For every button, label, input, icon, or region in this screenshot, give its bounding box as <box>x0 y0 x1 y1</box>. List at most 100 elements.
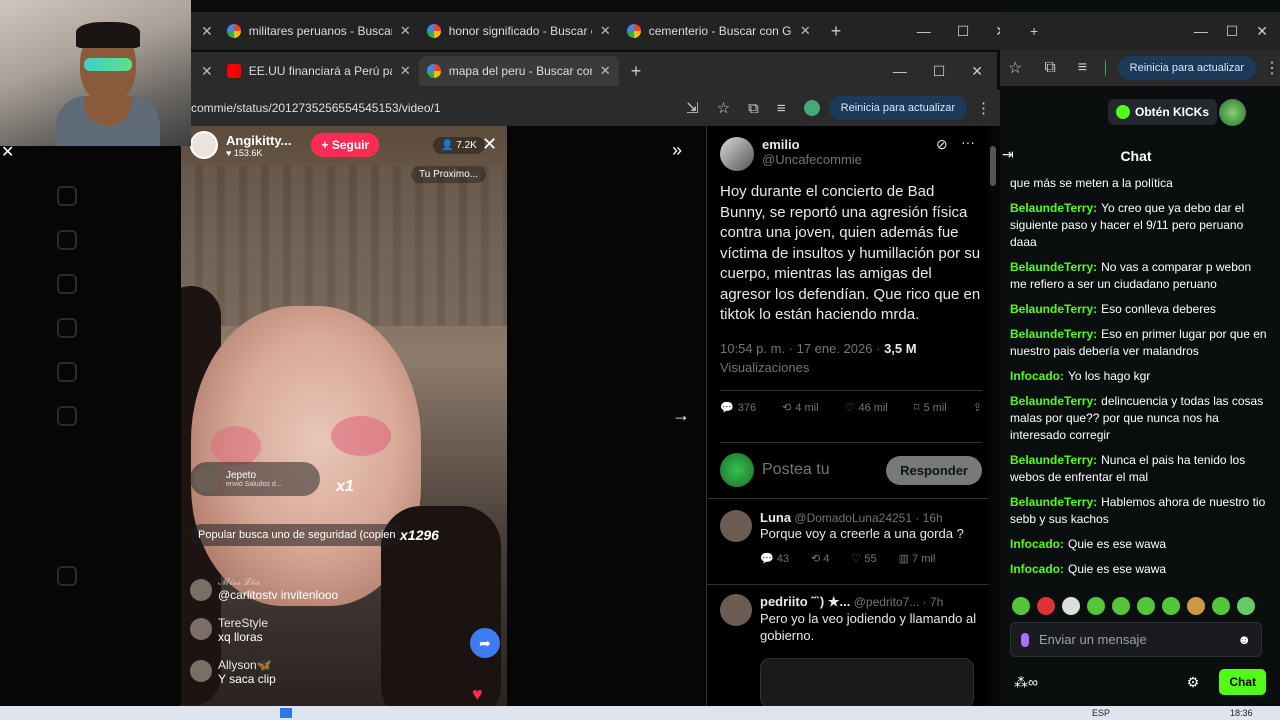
chat-username[interactable]: Infocado: <box>1010 562 1064 576</box>
update-button[interactable]: Reinicia para actualizar <box>828 96 967 120</box>
clock[interactable]: 18:36 <box>1230 708 1253 718</box>
search-icon[interactable] <box>57 230 77 250</box>
menu-icon[interactable]: ⋮ <box>976 99 991 117</box>
reply-action[interactable]: 💬 376 <box>720 401 756 415</box>
share-icon[interactable]: ⇪ <box>973 401 982 414</box>
extensions-icon[interactable]: ⧉ <box>748 100 759 117</box>
close-icon[interactable]: ✕ <box>600 23 611 39</box>
install-icon[interactable]: ⇲ <box>686 99 699 117</box>
microphone-icon[interactable] <box>1021 632 1029 647</box>
reply-count[interactable]: 💬 43 <box>760 552 789 565</box>
tab-cementerio[interactable]: cementerio - Buscar con Google ✕ <box>619 16 819 46</box>
emote-icon[interactable] <box>1112 597 1130 615</box>
close-icon[interactable]: ✕ <box>600 63 611 79</box>
author-name[interactable]: emilio <box>762 137 862 152</box>
like-heart-icon[interactable]: ♥ <box>472 684 483 705</box>
emote-icon[interactable] <box>1187 597 1205 615</box>
expand-chevron-icon[interactable]: » <box>672 140 682 161</box>
address-bar[interactable]: commie/status/2012735256554545153/video/… <box>191 90 1000 126</box>
minimize-icon[interactable]: — <box>893 63 907 80</box>
tab-eeuu[interactable]: EE.UU financiará a Perú para equipos ✕ <box>219 56 419 86</box>
chat-username[interactable]: BelaundeTerry: <box>1010 394 1097 408</box>
author-handle[interactable]: @Uncafecommie <box>762 152 862 167</box>
profile-avatar[interactable] <box>803 100 820 116</box>
tab-militares[interactable]: militares peruanos - Buscar con Google ✕ <box>219 16 419 46</box>
star-icon[interactable]: ☆ <box>1008 58 1022 78</box>
emote-icon[interactable] <box>1037 597 1055 615</box>
close-icon[interactable]: ✕ <box>800 23 811 39</box>
menu-icon[interactable]: ⋮ <box>1264 58 1280 78</box>
emote-icon[interactable] <box>1162 597 1180 615</box>
profile-icon[interactable] <box>57 566 77 586</box>
chat-username[interactable]: BelaundeTerry: <box>1010 260 1097 274</box>
emote-icon[interactable] <box>1212 597 1230 615</box>
chat-username[interactable]: BelaundeTerry: <box>1010 201 1097 215</box>
url-text[interactable]: commie/status/2012735256554545153/video/… <box>191 101 677 115</box>
next-arrow-icon[interactable]: → <box>672 405 690 426</box>
chat-username[interactable]: BelaundeTerry: <box>1010 327 1097 341</box>
more-icon[interactable]: ··· <box>961 134 975 150</box>
close-live-icon[interactable]: ✕ <box>482 134 497 155</box>
avatar[interactable] <box>720 594 752 626</box>
get-kicks-button[interactable]: Obtén KICKs <box>1108 99 1218 125</box>
kicks-infinity-icon[interactable]: ⁂∞ <box>1014 674 1038 691</box>
retweet-count[interactable]: ⟲ 4 <box>811 552 829 565</box>
media-icon[interactable]: ≡ <box>777 100 786 117</box>
reply-item[interactable]: pedriito ˜`) ★... @pedrito7... · 7h Pero… <box>720 594 982 644</box>
bookmark-action[interactable]: ⌑ 5 mil <box>914 401 947 415</box>
profile-avatar[interactable] <box>1105 60 1106 76</box>
send-chat-button[interactable]: Chat <box>1219 669 1266 695</box>
language-indicator[interactable]: ESP <box>1092 708 1110 718</box>
minimize-icon[interactable]: — <box>917 23 931 40</box>
share-icon[interactable]: ➦ <box>470 628 500 658</box>
avatar[interactable] <box>1219 99 1246 126</box>
tab-close-icon[interactable]: ✕ <box>195 23 219 40</box>
like-count[interactable]: ♡ 55 <box>851 552 876 565</box>
emote-icon[interactable] <box>1062 597 1080 615</box>
close-icon[interactable]: ✕ <box>400 63 411 79</box>
chat-username[interactable]: Infocado: <box>1010 369 1064 383</box>
update-button[interactable]: Reinicia para actualizar <box>1117 56 1256 80</box>
chat-username[interactable]: Infocado: <box>1010 537 1064 551</box>
bookmark-star-icon[interactable]: ☆ <box>717 99 730 117</box>
extensions-icon[interactable]: ⧉ <box>1044 59 1055 77</box>
emote-icon[interactable] <box>1137 597 1155 615</box>
messages-icon[interactable] <box>57 362 77 382</box>
embedded-video-thumbnail[interactable] <box>760 658 974 708</box>
tab-mapa[interactable]: mapa del peru - Buscar con Google ✕ <box>418 56 619 86</box>
chat-username[interactable]: BelaundeTerry: <box>1010 495 1097 509</box>
maximize-icon[interactable]: ☐ <box>957 23 970 40</box>
emoji-icon[interactable]: ☻ <box>1237 632 1251 647</box>
new-tab-button[interactable]: + <box>819 21 854 42</box>
like-action[interactable]: ♡ 46 mil <box>845 401 888 415</box>
avatar[interactable] <box>720 137 754 171</box>
maximize-icon[interactable]: ☐ <box>1226 23 1239 40</box>
chat-username[interactable]: BelaundeTerry: <box>1010 302 1097 316</box>
grok-icon[interactable] <box>57 406 77 426</box>
close-window-icon[interactable]: ✕ <box>1256 23 1268 40</box>
maximize-icon[interactable]: ☐ <box>933 63 946 80</box>
reply-name[interactable]: pedriito ˜`) ★... <box>760 594 850 609</box>
notifications-icon[interactable] <box>57 274 77 294</box>
start-icon[interactable] <box>280 708 292 718</box>
gear-icon[interactable]: ⚙ <box>1187 674 1200 691</box>
new-tab-button[interactable]: + <box>1030 23 1038 39</box>
close-media-viewer-icon[interactable]: ✕ <box>1 142 14 162</box>
next-live-label[interactable]: Tu Proximo... <box>411 166 487 183</box>
tiktok-username[interactable]: Angikitty... <box>226 133 291 148</box>
home-icon[interactable] <box>57 186 77 206</box>
minimize-icon[interactable]: — <box>1194 23 1208 39</box>
chat-input[interactable]: Enviar un mensaje ☻ <box>1010 622 1262 657</box>
scrollbar[interactable] <box>990 146 996 186</box>
avatar[interactable] <box>190 131 218 159</box>
grok-icon[interactable]: ⊘ <box>936 136 948 153</box>
avatar[interactable] <box>720 510 752 542</box>
media-icon[interactable]: ≡ <box>1078 59 1087 77</box>
people-icon[interactable] <box>57 318 77 338</box>
emote-icon[interactable] <box>1012 597 1030 615</box>
reply-item[interactable]: Luna @DomadoLuna24251 · 16h Porque voy a… <box>720 510 982 565</box>
new-tab-button[interactable]: + <box>619 61 654 82</box>
emote-icon[interactable] <box>1087 597 1105 615</box>
tab-close-icon[interactable]: ✕ <box>195 63 219 80</box>
close-window-icon[interactable]: ✕ <box>971 63 983 80</box>
